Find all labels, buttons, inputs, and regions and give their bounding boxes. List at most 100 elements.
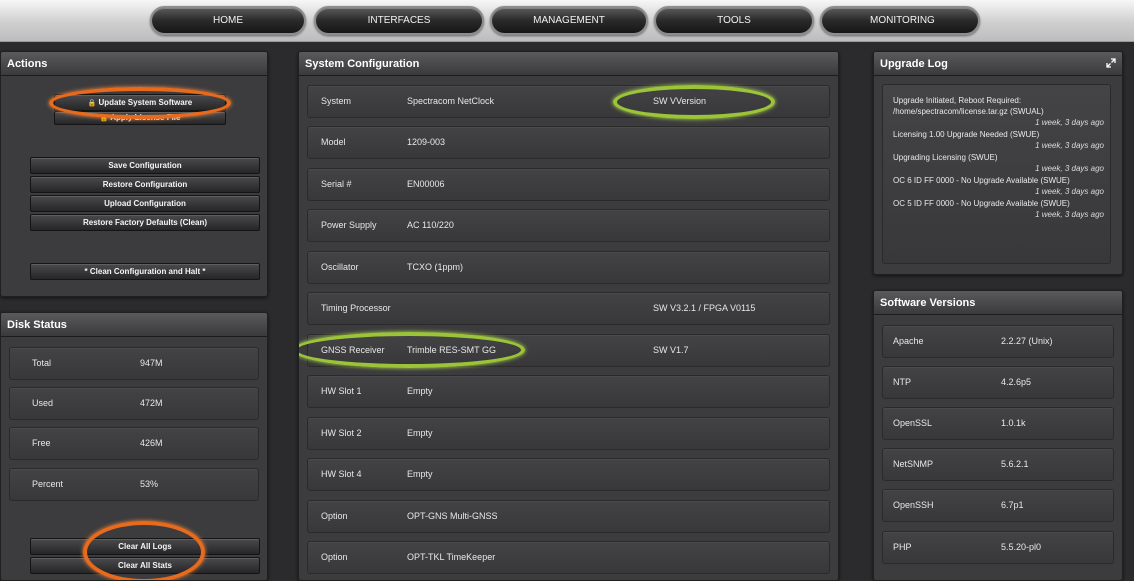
config-row: Option OPT-GNS Multi-GNSS <box>307 500 830 533</box>
software-row: OpenSSH 6.7p1 <box>882 489 1114 522</box>
config-row: HW Slot 2 Empty <box>307 417 830 450</box>
log-time: 1 week, 3 days ago <box>1035 187 1104 196</box>
software-versions-panel: Software Versions Apache 2.2.27 (Unix) N… <box>873 290 1123 581</box>
log-text: Licensing 1.00 Upgrade Needed (SWUE) <box>893 130 1040 139</box>
config-label: GNSS Receiver <box>321 345 385 355</box>
software-label: NTP <box>893 377 911 387</box>
upload-configuration-button[interactable]: Upload Configuration <box>30 195 260 212</box>
disk-label: Used <box>32 398 54 408</box>
save-configuration-button[interactable]: Save Configuration <box>30 157 260 174</box>
config-row: HW Slot 1 Empty <box>307 375 830 408</box>
config-value: EN00006 <box>407 179 445 189</box>
config-version: SW VVersion <box>653 96 707 106</box>
update-system-software-label: Update System Software <box>98 98 193 107</box>
lock-icon: 🔒 <box>87 100 97 107</box>
config-value: Trimble RES-SMT GG <box>407 345 497 355</box>
top-navigation-bar: HOME INTERFACES MANAGEMENT TOOLS MONITOR… <box>0 0 1134 42</box>
actions-panel: Actions 🔒 Update System Software 🔒 Apply L… <box>0 51 268 297</box>
config-row: Oscillator TCXO (1ppm) <box>307 251 830 284</box>
nav-monitoring[interactable]: MONITORING <box>820 6 980 35</box>
config-value: Spectracom NetClock <box>407 96 495 106</box>
restore-configuration-button[interactable]: Restore Configuration <box>30 176 260 193</box>
clear-all-stats-button[interactable]: Clear All Stats <box>30 557 260 574</box>
log-time: 1 week, 3 days ago <box>1035 118 1104 127</box>
expand-icon[interactable] <box>1106 58 1116 68</box>
disk-label: Total <box>32 358 52 368</box>
software-label: NetSNMP <box>893 459 934 469</box>
nav-tools[interactable]: TOOLS <box>654 6 814 35</box>
lock-icon: 🔒 <box>99 115 109 122</box>
config-row: Power Supply AC 110/220 <box>307 209 830 242</box>
config-value: Empty <box>407 469 433 479</box>
log-time: 1 week, 3 days ago <box>1035 141 1104 150</box>
software-label: Apache <box>893 336 924 346</box>
config-label: Timing Processor <box>321 303 391 313</box>
nav-management[interactable]: MANAGEMENT <box>490 6 648 35</box>
config-value: AC 110/220 <box>407 220 454 230</box>
log-entry: Licensing 1.00 Upgrade Needed (SWUE) 1 w… <box>893 129 1110 151</box>
config-label: Model <box>321 137 346 147</box>
log-text: OC 5 ID FF 0000 - No Upgrade Available (… <box>893 199 1070 208</box>
software-label: OpenSSH <box>893 500 934 510</box>
upgrade-log-list: Upgrade Initiated, Reboot Required: /hom… <box>882 84 1111 264</box>
config-label: HW Slot 1 <box>321 386 362 396</box>
nav-interfaces[interactable]: INTERFACES <box>314 6 484 35</box>
config-label: Serial # <box>321 179 352 189</box>
config-label: HW Slot 2 <box>321 428 362 438</box>
nav-home[interactable]: HOME <box>150 6 306 35</box>
config-label: Option <box>321 552 348 562</box>
log-entry: Upgrading Licensing (SWUE) 1 week, 3 day… <box>893 152 1110 174</box>
disk-label: Free <box>32 438 51 448</box>
config-value: Empty <box>407 386 433 396</box>
software-row: PHP 5.5.20-pl0 <box>882 531 1114 564</box>
disk-value: 947M <box>140 358 163 368</box>
config-value: 1209-003 <box>407 137 446 147</box>
config-label: Option <box>321 511 348 521</box>
log-entry: OC 6 ID FF 0000 - No Upgrade Available (… <box>893 175 1110 197</box>
config-row: Timing Processor SW V3.2.1 / FPGA V0115 <box>307 292 830 325</box>
config-value: OPT-TKL TimeKeeper <box>407 552 496 562</box>
log-entry: OC 5 ID FF 0000 - No Upgrade Available (… <box>893 198 1110 220</box>
software-row: OpenSSL 1.0.1k <box>882 407 1114 440</box>
actions-panel-title: Actions <box>1 52 267 76</box>
disk-row-total: Total 947M <box>9 347 259 380</box>
restore-factory-defaults-button[interactable]: Restore Factory Defaults (Clean) <box>30 214 260 231</box>
system-configuration-panel: System Configuration System Spectracom N… <box>298 51 839 581</box>
update-system-software-button[interactable]: 🔒 Update System Software <box>54 94 226 111</box>
system-configuration-title: System Configuration <box>299 52 838 76</box>
log-text: Upgrading Licensing (SWUE) <box>893 153 998 162</box>
software-row: NetSNMP 5.6.2.1 <box>882 448 1114 481</box>
config-row: HW Slot 4 Empty <box>307 458 830 491</box>
apply-license-file-button[interactable]: 🔒 Apply License File <box>54 111 226 125</box>
log-time: 1 week, 3 days ago <box>1035 164 1104 173</box>
config-value: Empty <box>407 428 433 438</box>
config-label: Oscillator <box>321 262 359 272</box>
config-value: OPT-GNS Multi-GNSS <box>407 511 498 521</box>
software-value: 4.2.6p5 <box>1001 377 1032 387</box>
upgrade-log-title: Upgrade Log <box>874 52 1122 76</box>
apply-license-file-label: Apply License File <box>110 113 181 122</box>
config-row: System Spectracom NetClock SW VVersion <box>307 85 830 118</box>
config-label: System <box>321 96 352 106</box>
log-text: Upgrade Initiated, Reboot Required: /hom… <box>893 96 1044 116</box>
disk-label: Percent <box>32 479 64 489</box>
software-versions-title: Software Versions <box>874 291 1122 315</box>
disk-value: 472M <box>140 398 163 408</box>
disk-row-percent: Percent 53% <box>9 468 259 501</box>
software-row: Apache 2.2.27 (Unix) <box>882 325 1114 358</box>
software-value: 5.6.2.1 <box>1001 459 1029 469</box>
log-text: OC 6 ID FF 0000 - No Upgrade Available (… <box>893 176 1070 185</box>
config-row: Serial # EN00006 <box>307 168 830 201</box>
software-value: 1.0.1k <box>1001 418 1026 428</box>
software-value: 2.2.27 (Unix) <box>1001 336 1053 346</box>
disk-value: 426M <box>140 438 163 448</box>
config-version: SW V3.2.1 / FPGA V0115 <box>653 303 756 313</box>
config-row: Option OPT-TKL TimeKeeper <box>307 541 830 574</box>
config-label: HW Slot 4 <box>321 469 362 479</box>
clear-all-logs-button[interactable]: Clear All Logs <box>30 538 260 555</box>
software-value: 6.7p1 <box>1001 500 1024 510</box>
disk-status-panel: Disk Status Total 947M Used 472M Free 42… <box>0 312 268 581</box>
clean-configuration-halt-button[interactable]: * Clean Configuration and Halt * <box>30 263 260 280</box>
disk-value: 53% <box>140 479 159 489</box>
config-version: SW V1.7 <box>653 345 689 355</box>
